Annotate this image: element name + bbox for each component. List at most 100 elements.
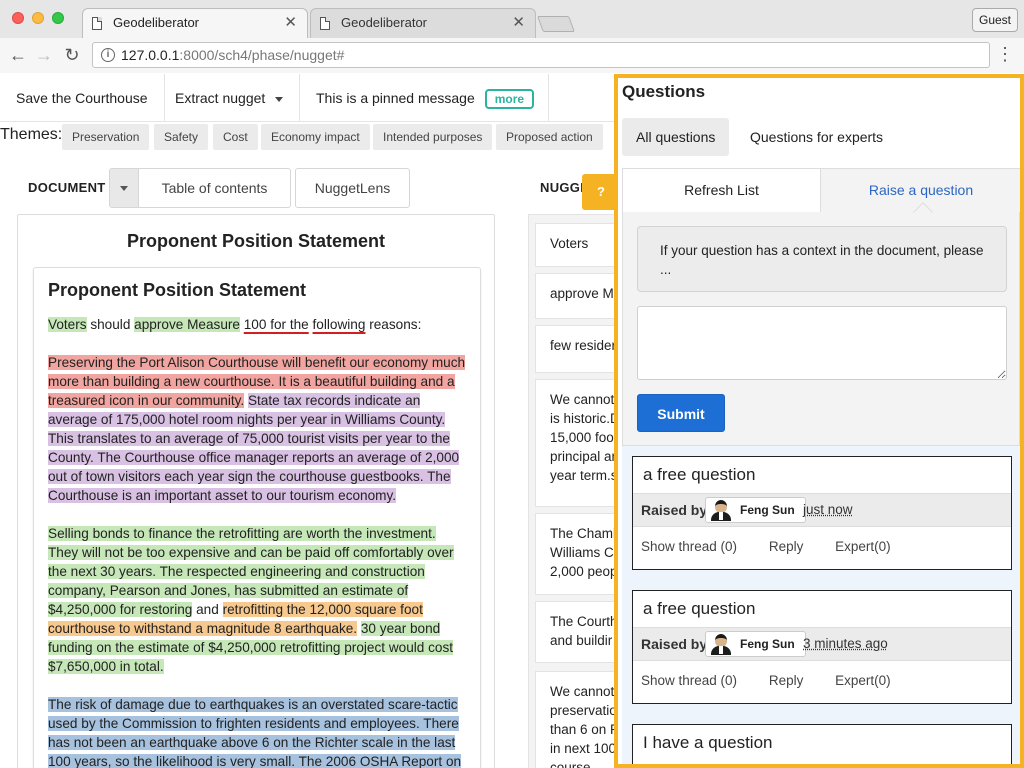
- nugget-card[interactable]: few resider: [535, 325, 625, 373]
- question-title[interactable]: a free question: [633, 457, 1011, 493]
- submit-button[interactable]: Submit: [637, 394, 725, 432]
- expert-link[interactable]: Expert(0): [835, 673, 891, 688]
- highlighted-span-purple[interactable]: State tax records indicate an average of…: [48, 393, 460, 503]
- paragraph-3[interactable]: Selling bonds to finance the retrofittin…: [48, 524, 466, 676]
- close-icon[interactable]: ✕: [284, 13, 297, 31]
- maximize-window-button[interactable]: [52, 12, 64, 24]
- reload-icon[interactable]: ↻: [60, 44, 84, 66]
- text-span: should: [86, 317, 135, 332]
- new-tab-button[interactable]: [537, 16, 575, 32]
- reply-link[interactable]: Reply: [769, 673, 804, 688]
- browser-tab-inactive[interactable]: Geodeliberator ✕: [310, 8, 536, 38]
- address-bar[interactable]: i 127.0.0.1:8000/sch4/phase/nugget#: [92, 42, 990, 68]
- nugget-card[interactable]: We cannot is historic.D 15,000 foo principa…: [535, 379, 625, 507]
- url-text[interactable]: 127.0.0.1:8000/sch4/phase/nugget#: [121, 47, 344, 63]
- timestamp[interactable]: 3 minutes ago: [803, 636, 888, 651]
- question-title[interactable]: a free question: [633, 591, 1011, 627]
- avatar: [709, 499, 733, 521]
- nugget-line: We cannot: [550, 684, 615, 699]
- theme-chip-safety[interactable]: Safety: [154, 124, 209, 150]
- close-window-button[interactable]: [12, 12, 24, 24]
- nuggetlens-tab[interactable]: NuggetLens: [295, 168, 410, 208]
- refresh-list-button[interactable]: Refresh List: [623, 169, 821, 212]
- tab-title: Geodeliberator: [113, 15, 199, 30]
- close-icon[interactable]: ✕: [512, 13, 525, 31]
- paragraph-4[interactable]: The risk of damage due to earthquakes is…: [48, 695, 466, 768]
- show-thread-link[interactable]: Show thread (0): [641, 539, 737, 554]
- timestamp[interactable]: just now: [803, 502, 853, 517]
- questions-panel: Questions All questions Questions for ex…: [614, 74, 1024, 768]
- document-header: DOCUMENT Table of contents NuggetLens: [0, 168, 520, 208]
- show-thread-link[interactable]: Show thread (0): [641, 673, 737, 688]
- theme-chip-intended-purposes[interactable]: Intended purposes: [373, 124, 493, 150]
- nugget-line: The Courth: [550, 614, 618, 629]
- nugget-line: year term.s: [550, 468, 618, 483]
- highlighted-span-blue[interactable]: The risk of damage due to earthquakes is…: [48, 697, 462, 768]
- document-dropdown-button[interactable]: [109, 168, 139, 208]
- info-icon[interactable]: i: [101, 48, 115, 62]
- nugget-card[interactable]: The Chamb Williams C 2,000 peop: [535, 513, 625, 595]
- nugget-line: approve M: [550, 286, 614, 301]
- tab-all-questions[interactable]: All questions: [622, 118, 730, 156]
- nugget-line: and buildir: [550, 633, 613, 648]
- raised-by-label: Raised by: [641, 636, 708, 652]
- nugget-line: 2,000 peop: [550, 564, 618, 579]
- theme-chip-economy-impact[interactable]: Economy impact: [261, 124, 370, 150]
- pinned-message: This is a pinned message more: [300, 74, 550, 122]
- back-arrow-icon[interactable]: ←: [6, 44, 30, 66]
- expert-link[interactable]: Expert(0): [835, 539, 891, 554]
- raised-by-label: Raised by: [641, 502, 708, 518]
- nugget-line: is historic.D: [550, 411, 620, 426]
- question-textarea[interactable]: [637, 306, 1007, 380]
- more-button[interactable]: more: [484, 89, 535, 110]
- text-span: following: [312, 317, 366, 332]
- theme-chip-cost[interactable]: Cost: [213, 124, 258, 150]
- extract-nugget-dropdown[interactable]: Extract nugget: [159, 74, 301, 122]
- user-name: Feng Sun: [740, 637, 795, 651]
- question-card: a free question Raised by Feng Sun 3 min…: [632, 590, 1012, 704]
- user-chip[interactable]: Feng Sun: [705, 631, 806, 657]
- browser-toolbar: ← → ↻ i 127.0.0.1:8000/sch4/phase/nugget…: [0, 38, 1024, 73]
- theme-chip-proposed-action[interactable]: Proposed action: [496, 124, 603, 150]
- user-chip[interactable]: Feng Sun: [705, 497, 806, 523]
- highlighted-span-green[interactable]: approve Measure: [134, 317, 240, 332]
- nugget-line: The Chamb: [550, 526, 621, 541]
- nugget-line: 15,000 foo: [550, 430, 614, 445]
- context-hint-box[interactable]: If your question has a context in the do…: [637, 226, 1007, 292]
- save-courthouse-title[interactable]: Save the Courthouse: [0, 74, 165, 122]
- nugget-card[interactable]: The Courth and buildir: [535, 601, 625, 663]
- nugget-line: preservatio: [550, 703, 617, 718]
- highlighted-span-green[interactable]: Voters: [48, 317, 87, 332]
- nugget-line: We cannot: [550, 392, 615, 407]
- browser-chrome: Geodeliberator ✕ Geodeliberator ✕ Guest …: [0, 0, 1024, 73]
- minimize-window-button[interactable]: [32, 12, 44, 24]
- table-of-contents-tab[interactable]: Table of contents: [139, 168, 291, 208]
- section-title: Proponent Position Statement: [48, 280, 307, 300]
- question-meta: Raised by Feng Sun 3 minutes ago: [633, 627, 1011, 661]
- question-title[interactable]: I have a question: [633, 725, 1011, 761]
- avatar: [709, 633, 733, 655]
- document-icon: [320, 17, 330, 30]
- tab-questions-for-experts[interactable]: Questions for experts: [736, 118, 897, 156]
- browser-menu-icon[interactable]: ⋮: [996, 43, 1014, 65]
- questions-title: Questions: [622, 82, 706, 101]
- browser-tab-active[interactable]: Geodeliberator ✕: [82, 8, 308, 38]
- nugget-card[interactable]: approve M: [535, 273, 625, 319]
- document-icon: [92, 17, 102, 30]
- nugget-line: Voters: [550, 236, 589, 251]
- reply-link[interactable]: Reply: [769, 539, 804, 554]
- nugget-line: than 6 on R: [550, 722, 620, 737]
- raise-question-form: If your question has a context in the do…: [622, 202, 1020, 446]
- nugget-line: principal ar: [550, 449, 617, 464]
- nugget-card[interactable]: We cannot preservatio than 6 on R in next 1…: [535, 671, 625, 768]
- forward-arrow-icon[interactable]: →: [32, 44, 56, 66]
- theme-chip-preservation[interactable]: Preservation: [62, 124, 150, 150]
- text-span: and: [192, 602, 223, 617]
- text-span: reasons:: [365, 317, 422, 332]
- guest-profile-button[interactable]: Guest: [972, 8, 1018, 32]
- question-footer: Show thread (0) Reply Expert(0): [633, 527, 1011, 569]
- paragraph-2[interactable]: Preserving the Port Alison Courthouse wi…: [48, 353, 466, 505]
- tab-title: Geodeliberator: [341, 15, 427, 30]
- paragraph-1[interactable]: Voters should approve Measure 100 for th…: [48, 315, 466, 334]
- nugget-card[interactable]: Voters: [535, 223, 625, 267]
